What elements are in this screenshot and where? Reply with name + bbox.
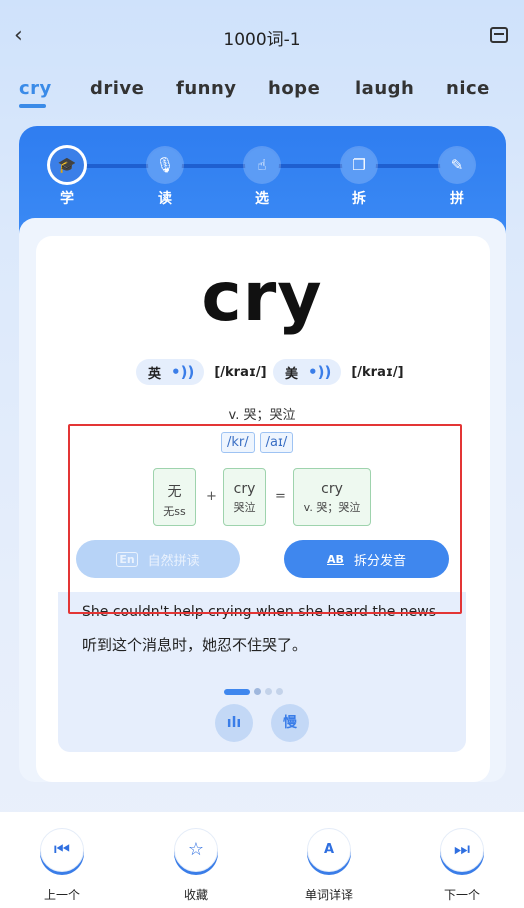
next-label: 下一个 — [443, 888, 480, 902]
plus-sign: + — [206, 489, 217, 504]
tab-hope[interactable]: hope — [268, 78, 320, 99]
word-tabs: cry drive funny hope laugh nice — [0, 78, 524, 118]
uk-label: 英 — [148, 366, 162, 382]
phoneme-chip[interactable]: /aɪ/ — [259, 432, 294, 453]
word-part: 无 无ss — [153, 468, 196, 526]
tab-cry[interactable]: cry — [19, 78, 52, 99]
step-label: 选 — [255, 191, 269, 207]
part-main: 无 — [167, 484, 182, 500]
word-detail-label: 单词详译 — [304, 888, 353, 902]
previous-label: 上一个 — [43, 888, 80, 902]
step-split[interactable]: ❐ 拆 — [341, 148, 377, 208]
audio-wave-button[interactable]: ılı — [215, 704, 253, 742]
step-label: 学 — [60, 191, 74, 207]
step-label: 拆 — [352, 191, 366, 207]
us-pronunciation: 美 •)) [/kraɪ/] — [273, 358, 404, 386]
page-title: 1000词-1 — [223, 30, 301, 50]
favorite-label: 收藏 — [183, 888, 208, 902]
tab-funny[interactable]: funny — [176, 78, 237, 99]
microphone-icon: 🎙 — [155, 156, 175, 174]
tap-icon: ☝ — [257, 156, 267, 174]
word-detail-button[interactable]: A 单词详译 — [289, 828, 369, 903]
graduation-cap-icon: 🎓 — [57, 156, 77, 174]
step-choose[interactable]: ☝ 选 — [244, 148, 280, 208]
step-label: 读 — [158, 191, 172, 207]
layers-icon: ❐ — [352, 156, 366, 174]
pencil-icon: ✎ — [450, 156, 464, 174]
next-button[interactable]: ⏭ 下一个 — [422, 828, 502, 903]
skip-next-icon: ⏭ — [453, 839, 471, 860]
step-learn[interactable]: 🎓 学 — [49, 148, 85, 208]
tab-laugh[interactable]: laugh — [355, 78, 414, 99]
bottom-toolbar: ⏮ 上一个 ☆ 收藏 A 单词详译 ⏭ 下一个 — [0, 812, 524, 908]
word-meaning: v. 哭；哭泣 — [228, 408, 296, 423]
pager-dot[interactable] — [254, 688, 261, 695]
step-spell[interactable]: ✎ 拼 — [439, 148, 475, 208]
tab-nice[interactable]: nice — [446, 78, 490, 99]
skip-previous-icon: ⏮ — [53, 839, 71, 860]
uk-pronunciation: 英 •)) [/kraɪ/] — [136, 358, 267, 386]
pager-dot[interactable] — [276, 688, 283, 695]
top-bar: ‹ 1000词-1 — [0, 0, 524, 70]
word-text: cry — [201, 258, 323, 337]
star-icon: ☆ — [187, 839, 205, 860]
slow-play-button[interactable]: 慢 — [271, 704, 309, 742]
sound-wave-icon: ılı — [226, 715, 242, 731]
split-icon: AB — [327, 552, 344, 566]
pager-dots — [224, 688, 283, 695]
natural-phonics-button[interactable]: En 自然拼读 — [76, 540, 240, 578]
uk-ipa: [/kraɪ/] — [214, 364, 267, 380]
equals-sign: = — [275, 489, 286, 504]
speaker-icon: •)) — [171, 363, 195, 381]
step-read[interactable]: 🎙 读 — [147, 148, 183, 208]
part-sub: v. 哭；哭泣 — [303, 501, 361, 514]
dictionary-icon: A — [323, 842, 335, 857]
word-result: cry v. 哭；哭泣 — [293, 468, 371, 526]
bookmark-icon[interactable] — [490, 27, 508, 43]
word-part: cry 哭泣 — [223, 468, 266, 526]
previous-button[interactable]: ⏮ 上一个 — [22, 828, 102, 903]
active-tab-indicator — [19, 104, 46, 108]
step-label: 拼 — [450, 191, 464, 207]
example-chinese: 听到这个消息时，她忍不住哭了。 — [82, 636, 308, 654]
split-pronunciation-label: 拆分发音 — [353, 553, 406, 569]
split-pronunciation-button[interactable]: AB 拆分发音 — [284, 540, 449, 578]
part-sub: 无ss — [163, 505, 186, 518]
tab-drive[interactable]: drive — [90, 78, 144, 99]
us-play-button[interactable]: 美 •)) — [273, 359, 342, 385]
speaker-icon: •)) — [308, 363, 332, 381]
us-ipa: [/kraɪ/] — [351, 364, 404, 380]
phonics-icon: En — [116, 551, 138, 567]
part-main: cry — [321, 481, 343, 497]
favorite-button[interactable]: ☆ 收藏 — [156, 828, 236, 903]
part-main: cry — [233, 481, 256, 497]
pager-dot[interactable] — [265, 688, 272, 695]
phoneme-list: /kr/ /aɪ/ — [221, 432, 294, 453]
natural-phonics-label: 自然拼读 — [147, 553, 200, 569]
example-english: She couldn't help crying when she heard … — [82, 604, 437, 620]
us-label: 美 — [285, 366, 299, 382]
phoneme-chip[interactable]: /kr/ — [221, 432, 255, 453]
pager-dot-active[interactable] — [224, 688, 250, 695]
uk-play-button[interactable]: 英 •)) — [136, 359, 205, 385]
part-sub: 哭泣 — [233, 501, 256, 514]
